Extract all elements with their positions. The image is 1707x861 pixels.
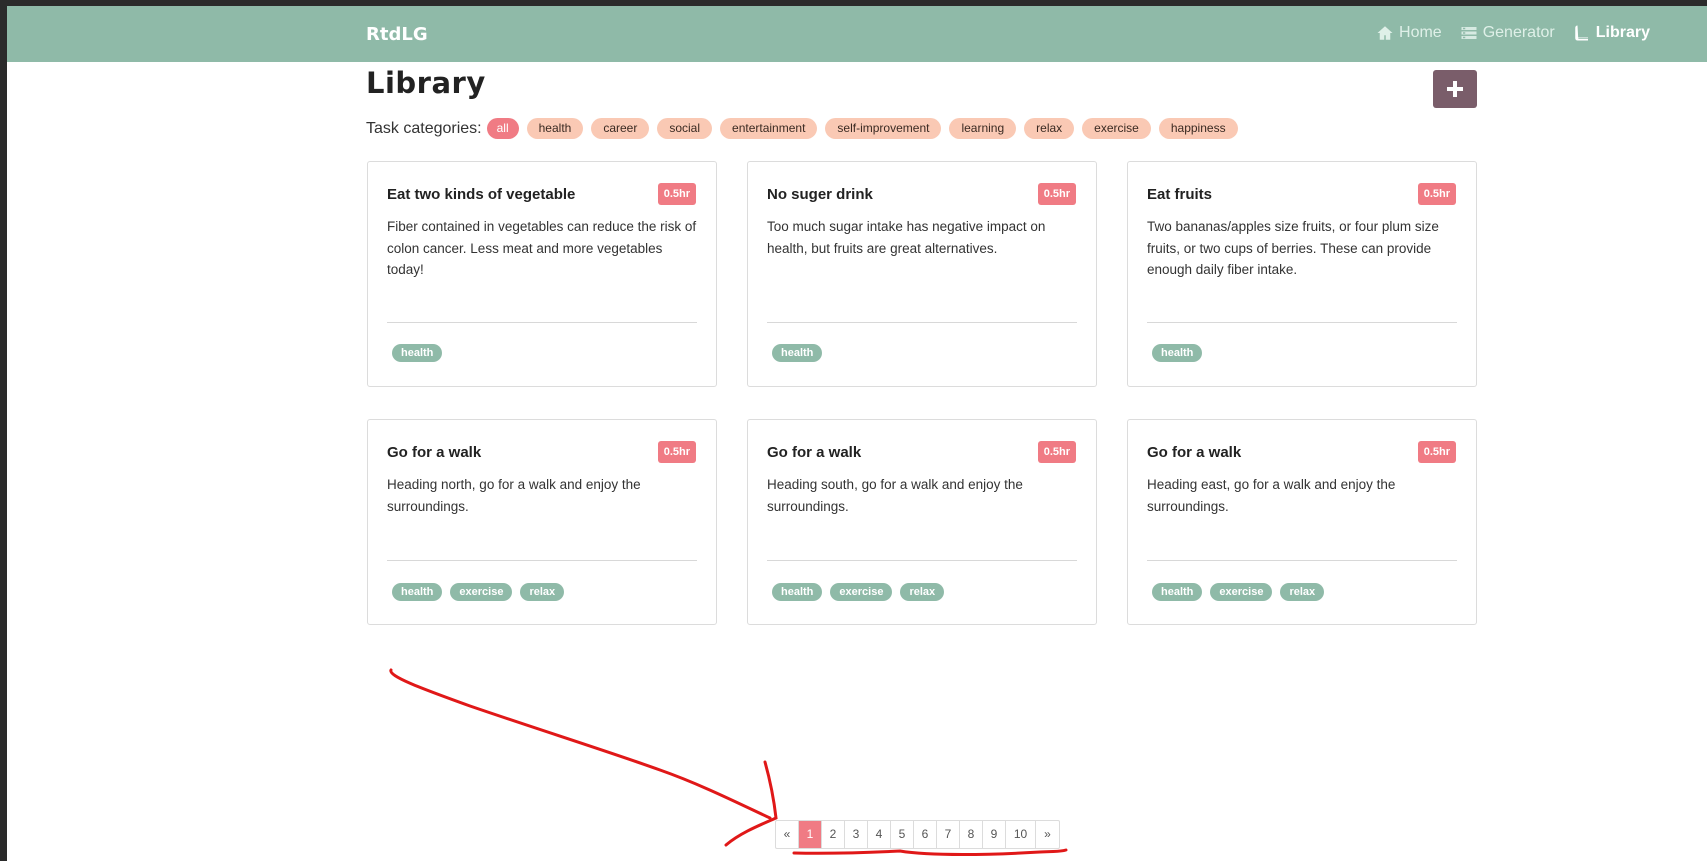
list-icon — [1461, 27, 1477, 39]
category-all[interactable]: all — [486, 118, 519, 139]
card-tags: health — [392, 344, 443, 362]
category-career[interactable]: career — [591, 118, 650, 139]
tag-health[interactable]: health — [392, 583, 443, 601]
duration-badge: 0.5hr — [1037, 441, 1076, 463]
tag-relax[interactable]: relax — [1280, 583, 1325, 601]
tag-health[interactable]: health — [1152, 344, 1203, 362]
card-tags: health — [1152, 344, 1203, 362]
pagination-page-1[interactable]: 1 — [799, 821, 822, 848]
card-divider — [1147, 322, 1457, 323]
card-tags: health exercise relax — [1152, 583, 1325, 601]
duration-badge: 0.5hr — [657, 183, 696, 205]
card-title: Go for a walk — [1147, 444, 1242, 461]
tag-relax[interactable]: relax — [900, 583, 945, 601]
card-description: Fiber contained in vegetables can reduce… — [387, 219, 697, 277]
card-title: Go for a walk — [767, 444, 862, 461]
nav-generator-label: Generator — [1482, 24, 1555, 41]
nav-library-label: Library — [1595, 24, 1650, 41]
pagination: « 1 2 3 4 5 6 7 8 9 10 » — [775, 820, 1060, 849]
category-exercise[interactable]: exercise — [1082, 118, 1151, 139]
card-description: Too much sugar intake has negative impac… — [767, 219, 1046, 256]
card-tags: health exercise relax — [392, 583, 565, 601]
add-task-button[interactable] — [1433, 70, 1477, 108]
tag-health[interactable]: health — [1152, 583, 1203, 601]
tag-relax[interactable]: relax — [520, 583, 565, 601]
nav-home-link[interactable]: Home — [1376, 24, 1442, 42]
book-icon — [1575, 25, 1588, 41]
page-title: Library — [366, 66, 486, 100]
pagination-page-8[interactable]: 8 — [960, 821, 983, 848]
nav-links: Home Generator Library — [1376, 24, 1650, 42]
pagination-page-5[interactable]: 5 — [891, 821, 914, 848]
tag-health[interactable]: health — [772, 583, 823, 601]
card-title: Go for a walk — [387, 444, 482, 461]
pagination-page-9[interactable]: 9 — [983, 821, 1006, 848]
brand-logo[interactable]: RtdLG — [366, 24, 428, 45]
annotation-arrow-line — [389, 668, 772, 820]
task-card[interactable]: Eat two kinds of vegetable 0.5hr Fiber c… — [367, 161, 717, 387]
nav-home-label: Home — [1399, 24, 1442, 41]
duration-badge: 0.5hr — [1037, 183, 1076, 205]
pagination-page-4[interactable]: 4 — [868, 821, 891, 848]
tag-exercise[interactable]: exercise — [830, 583, 893, 601]
duration-badge: 0.5hr — [1417, 441, 1456, 463]
card-description: Heading north, go for a walk and enjoy t… — [387, 477, 641, 514]
category-relax[interactable]: relax — [1024, 118, 1075, 139]
task-card[interactable]: Go for a walk 0.5hr Heading north, go fo… — [367, 419, 717, 625]
tag-health[interactable]: health — [392, 344, 443, 362]
duration-badge: 0.5hr — [657, 441, 696, 463]
pagination-page-2[interactable]: 2 — [822, 821, 845, 848]
pagination-prev[interactable]: « — [776, 821, 799, 848]
nav-generator-link[interactable]: Generator — [1460, 24, 1555, 42]
tag-exercise[interactable]: exercise — [1210, 583, 1273, 601]
card-title: Eat fruits — [1147, 186, 1213, 203]
duration-badge: 0.5hr — [1417, 183, 1456, 205]
pagination-page-10[interactable]: 10 — [1006, 821, 1036, 848]
task-card[interactable]: Eat fruits 0.5hr Two bananas/apples size… — [1127, 161, 1477, 387]
card-description: Heading south, go for a walk and enjoy t… — [767, 477, 1023, 514]
card-tags: health — [772, 344, 823, 362]
card-description: Heading east, go for a walk and enjoy th… — [1147, 477, 1396, 514]
plus-icon — [1447, 81, 1463, 97]
task-card[interactable]: Go for a walk 0.5hr Heading east, go for… — [1127, 419, 1477, 625]
card-description: Two bananas/apples size fruits, or four … — [1147, 219, 1439, 277]
card-title: Eat two kinds of vegetable — [387, 186, 576, 203]
window-left-edge — [0, 0, 7, 861]
task-card[interactable]: No suger drink 0.5hr Too much sugar inta… — [747, 161, 1097, 387]
card-divider — [767, 322, 1077, 323]
pagination-page-3[interactable]: 3 — [845, 821, 868, 848]
card-divider — [387, 560, 697, 561]
nav-library-link[interactable]: Library — [1573, 24, 1650, 42]
card-divider — [1147, 560, 1457, 561]
category-happiness[interactable]: happiness — [1158, 118, 1238, 139]
card-tags: health exercise relax — [772, 583, 945, 601]
card-divider — [387, 322, 697, 323]
tag-exercise[interactable]: exercise — [450, 583, 513, 601]
pagination-next[interactable]: » — [1036, 821, 1059, 848]
pagination-page-6[interactable]: 6 — [914, 821, 937, 848]
card-title: No suger drink — [767, 186, 873, 203]
pagination-page-7[interactable]: 7 — [937, 821, 960, 848]
navbar: RtdLG Home Generator Library — [7, 6, 1707, 62]
categories-label: Task categories: — [366, 119, 482, 137]
category-self-improvement[interactable]: self-improvement — [825, 118, 942, 139]
card-divider — [767, 560, 1077, 561]
annotation-arrowhead — [724, 760, 778, 847]
home-icon — [1377, 26, 1393, 40]
category-filter: Task categories: all health career socia… — [366, 118, 1246, 139]
task-card[interactable]: Go for a walk 0.5hr Heading south, go fo… — [747, 419, 1097, 625]
category-entertainment[interactable]: entertainment — [720, 118, 818, 139]
annotation-underline — [792, 848, 1068, 856]
category-health[interactable]: health — [526, 118, 584, 139]
category-learning[interactable]: learning — [949, 118, 1017, 139]
category-social[interactable]: social — [657, 118, 713, 139]
tag-health[interactable]: health — [772, 344, 823, 362]
